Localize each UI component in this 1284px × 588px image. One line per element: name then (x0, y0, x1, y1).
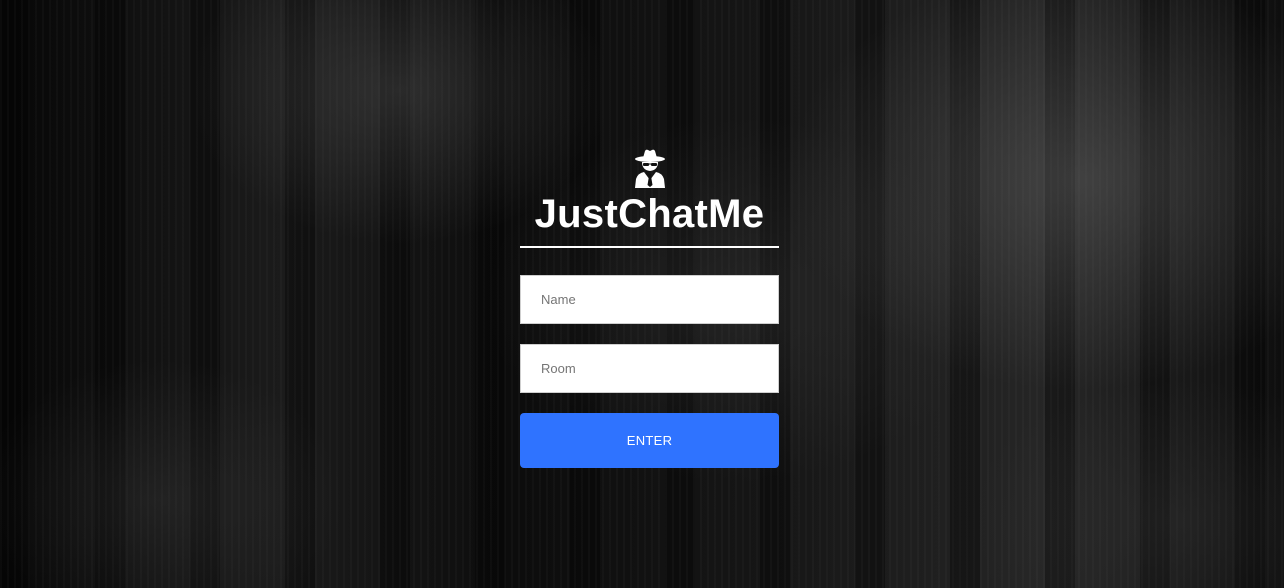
login-form: JustChatMe ENTER (520, 148, 779, 468)
room-input[interactable] (520, 344, 779, 393)
user-secret-icon (634, 149, 665, 188)
enter-button[interactable]: ENTER (520, 413, 779, 468)
app-title: JustChatMe (534, 192, 765, 236)
title-divider (520, 246, 779, 248)
name-input[interactable] (520, 275, 779, 324)
